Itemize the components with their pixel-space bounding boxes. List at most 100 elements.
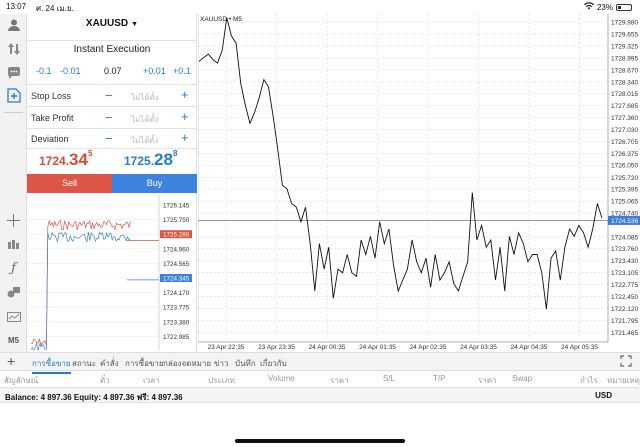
- symbol-selector[interactable]: XAUUSD ▼: [27, 18, 197, 40]
- wifi-icon: [583, 2, 594, 12]
- crosshair-icon[interactable]: [5, 212, 22, 229]
- chart-title: XAUUSD • M5: [200, 16, 242, 23]
- tick-level-label: 1723.380: [163, 319, 190, 326]
- tick-level-label: 1724.565: [163, 261, 190, 268]
- divider: [27, 40, 197, 41]
- bottom-tabs: + การซื้อขาย สถานะ คำสั่ง การซื้อขาย กล่…: [0, 352, 640, 374]
- take-profit-minus-button[interactable]: −: [105, 110, 113, 125]
- volume-minus-001[interactable]: -0.01: [60, 66, 81, 76]
- deviation-plus-button[interactable]: +: [181, 130, 189, 145]
- take-profit-row: Take Profit − ไม่ได้ตั้ง +: [27, 109, 197, 128]
- deviation-minus-button[interactable]: −: [105, 131, 113, 146]
- column-header[interactable]: T/P: [433, 374, 445, 383]
- symbol-name: XAUUSD: [85, 18, 129, 29]
- y-tick-label: 1722.120: [611, 306, 638, 313]
- tab-deals[interactable]: การซื้อขาย: [125, 357, 164, 370]
- table-header: สัญลักษณ์ ตั๋ว เวลา ประเภท Volume ราคา S…: [0, 372, 640, 386]
- tab-news[interactable]: ข่าว: [214, 357, 228, 370]
- templates-icon[interactable]: [5, 308, 22, 325]
- y-tick-label: 1728.340: [611, 79, 638, 86]
- y-tick-label: 1725.395: [611, 187, 638, 194]
- column-header[interactable]: S/L: [383, 374, 395, 383]
- stop-loss-plus-button[interactable]: +: [181, 87, 189, 102]
- column-header[interactable]: กำไร: [580, 374, 598, 387]
- tab-positions[interactable]: สถานะ: [72, 357, 96, 370]
- status-right: 23%: [583, 2, 632, 12]
- volume-plus-01[interactable]: +0.1: [173, 66, 191, 76]
- y-tick-label: 1727.030: [611, 127, 638, 134]
- tick-level-label: 1722.985: [163, 334, 190, 341]
- tick-level-label: 1725.288: [163, 232, 190, 239]
- tick-level-label: 1726.145: [163, 203, 190, 210]
- execution-type[interactable]: Instant Execution: [27, 44, 197, 55]
- x-tick-label: 24 Apr 00:35: [309, 344, 346, 351]
- y-tick-label: 1722.450: [611, 294, 638, 301]
- y-tick-label: 1729.655: [611, 31, 638, 38]
- divider: [27, 84, 197, 85]
- tab-journal[interactable]: บันทึก: [235, 357, 256, 370]
- x-tick-label: 24 Apr 04:35: [511, 344, 548, 351]
- timeframe-button[interactable]: M5: [5, 332, 22, 349]
- tab-mailbox[interactable]: กล่องจดหมาย: [163, 357, 211, 370]
- column-header[interactable]: ราคา: [478, 374, 497, 387]
- stop-loss-minus-button[interactable]: −: [105, 88, 113, 103]
- column-header[interactable]: เวลา: [143, 374, 160, 387]
- quotes-icon[interactable]: [5, 40, 22, 57]
- y-tick-label: 1725.065: [611, 199, 638, 206]
- tab-about[interactable]: เกี่ยวกับ: [260, 357, 287, 370]
- column-header[interactable]: สัญลักษณ์: [4, 374, 38, 387]
- price-chart[interactable]: 1729.980 1729.655 1729.325 1728.995 1728.670…: [198, 14, 640, 352]
- tick-level-label: 1725.750: [163, 217, 190, 224]
- take-profit-value[interactable]: ไม่ได้ตั้ง: [131, 113, 159, 126]
- volume-stepper: -0.1 -0.01 0.07 +0.01 +0.1: [27, 66, 197, 80]
- chat-icon[interactable]: [5, 64, 22, 81]
- tick-level-label: 1724.345: [163, 276, 190, 283]
- tick-chart: 1726.145 1725.750 1725.288 1724.960 1724.565…: [27, 195, 192, 350]
- buy-button[interactable]: Buy: [112, 174, 197, 193]
- tick-level-label: 1724.170: [163, 290, 190, 297]
- x-tick-label: 24 Apr 03:35: [460, 344, 497, 351]
- objects-icon[interactable]: [5, 284, 22, 301]
- status-time: 13:07: [6, 2, 27, 11]
- tab-orders[interactable]: คำสั่ง: [100, 357, 119, 370]
- column-header[interactable]: Volume: [268, 374, 295, 383]
- column-header[interactable]: Swap: [512, 374, 532, 383]
- stop-loss-value[interactable]: ไม่ได้ตั้ง: [131, 91, 159, 104]
- function-icon[interactable]: ƒ: [5, 260, 22, 277]
- y-tick-label: 1726.705: [611, 139, 638, 146]
- column-header[interactable]: ตั๋ว: [100, 374, 110, 387]
- y-tick-label: 1727.360: [611, 115, 638, 122]
- battery-icon: [616, 3, 632, 11]
- sell-button[interactable]: Sell: [27, 174, 112, 193]
- new-order-icon[interactable]: [5, 87, 22, 104]
- volume-minus-01[interactable]: -0.1: [36, 66, 52, 76]
- home-indicator[interactable]: [235, 439, 405, 443]
- take-profit-plus-button[interactable]: +: [181, 109, 189, 124]
- sell-price: 1724.345: [39, 149, 93, 169]
- current-price-label: 1724.536: [611, 218, 638, 225]
- y-tick-label: 1727.685: [611, 103, 638, 110]
- x-tick-label: 24 Apr 01:35: [359, 344, 396, 351]
- column-header[interactable]: ประเภท: [208, 374, 235, 387]
- y-tick-label: 1725.720: [611, 175, 638, 182]
- account-icon[interactable]: [5, 16, 22, 33]
- column-header[interactable]: ราคา: [330, 374, 349, 387]
- y-tick-label: 1723.430: [611, 258, 638, 265]
- y-tick-label: 1728.015: [611, 91, 638, 98]
- price-display: 1724.345 1725.288: [27, 149, 197, 174]
- add-icon[interactable]: +: [7, 353, 15, 369]
- indicators-icon[interactable]: [5, 236, 22, 253]
- app-root: 13:07 ศ. 24 เม.ย. 23% ƒ M5 XAUUSD ▼ Inst…: [0, 0, 640, 447]
- deviation-value[interactable]: ไม่ได้ตั้ง: [131, 134, 159, 147]
- volume-value[interactable]: 0.07: [104, 66, 122, 76]
- expand-icon[interactable]: [620, 355, 632, 370]
- take-profit-label: Take Profit: [31, 113, 74, 123]
- x-tick-label: 23 Apr 23:35: [258, 344, 295, 351]
- volume-plus-001[interactable]: +0.01: [143, 66, 166, 76]
- column-header[interactable]: หมายเหตุ: [607, 374, 640, 387]
- deviation-row: Deviation − ไม่ได้ตั้ง +: [27, 130, 197, 149]
- y-tick-label: 1726.375: [611, 151, 638, 158]
- balance-text: Balance: 4 897.36 Equity: 4 897.36 ฟรี: …: [5, 393, 183, 402]
- y-tick-label: 1729.980: [611, 20, 638, 27]
- stop-loss-row: Stop Loss − ไม่ได้ตั้ง +: [27, 87, 197, 106]
